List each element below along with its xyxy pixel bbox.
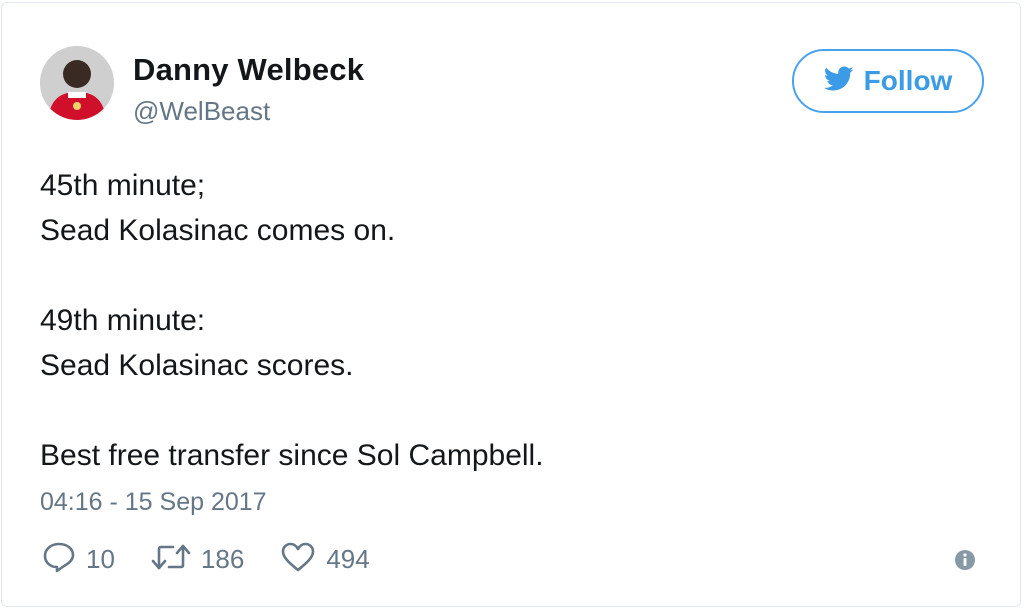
reply-button[interactable]: 10 xyxy=(42,541,115,578)
heart-icon xyxy=(280,541,316,578)
tweet-line: Sead Kolasinac comes on. xyxy=(40,214,396,247)
follow-label: Follow xyxy=(863,65,953,96)
tweet-timestamp[interactable]: 04:16 - 15 Sep 2017 xyxy=(40,488,267,517)
avatar[interactable] xyxy=(40,46,114,120)
tweet-line: Best free transfer since Sol Campbell. xyxy=(40,439,544,472)
tweet-line xyxy=(40,253,980,298)
follow-button[interactable]: Follow xyxy=(792,49,984,113)
tweet-line: 49th minute: xyxy=(40,304,206,337)
user-handle: @WelBeast xyxy=(133,96,271,126)
retweet-icon xyxy=(151,542,191,577)
tweet-line: Sead Kolasinac scores. xyxy=(40,349,354,382)
twitter-bird-icon xyxy=(823,66,854,97)
display-name[interactable]: Danny Welbeck xyxy=(133,53,364,87)
tweet-card: Danny Welbeck @WelBeast Follow 45th minu… xyxy=(1,2,1021,607)
info-icon[interactable] xyxy=(954,549,976,571)
retweet-count: 186 xyxy=(200,544,245,574)
tweet-text: 45th minute; Sead Kolasinac comes on. 49… xyxy=(40,163,980,478)
tweet-line: 45th minute; xyxy=(40,169,206,202)
retweet-button[interactable]: 186 xyxy=(151,542,244,577)
tweet-actions: 10 186 494 xyxy=(42,541,370,578)
user-info: Danny Welbeck @WelBeast xyxy=(133,53,364,127)
reply-icon xyxy=(42,541,76,578)
avatar-photo xyxy=(40,46,114,120)
like-count: 494 xyxy=(326,544,370,574)
tweet-line xyxy=(40,388,980,433)
like-button[interactable]: 494 xyxy=(280,541,370,578)
reply-count: 10 xyxy=(86,544,115,574)
